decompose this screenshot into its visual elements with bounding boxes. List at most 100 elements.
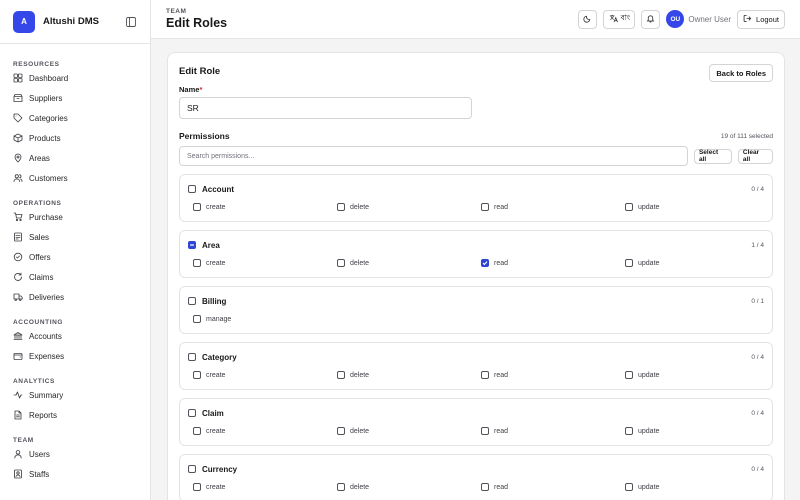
group-count: 0 / 1 (751, 297, 764, 305)
permission-currency-read[interactable]: read (476, 483, 620, 491)
permission-label: read (494, 259, 509, 267)
group-count: 0 / 4 (751, 409, 764, 417)
sidebar-item-purchase[interactable]: Purchase (0, 207, 150, 227)
permission-checkbox[interactable] (193, 483, 201, 491)
sidebar-section-title: OPERATIONS (13, 200, 62, 207)
permission-checkbox[interactable] (193, 259, 201, 267)
permission-category-delete[interactable]: delete (332, 371, 476, 379)
sidebar-toggle-icon[interactable] (125, 16, 137, 28)
permission-billing-manage[interactable]: manage (188, 315, 334, 323)
sidebar-item-summary[interactable]: Summary (0, 385, 150, 405)
sidebar-item-accounts[interactable]: Accounts (0, 326, 150, 346)
back-to-roles-button[interactable]: Back to Roles (709, 64, 773, 82)
permission-category-create[interactable]: create (188, 371, 332, 379)
permission-label: delete (350, 259, 370, 267)
moon-icon (583, 14, 592, 25)
permission-checkbox[interactable] (193, 427, 201, 435)
permission-currency-update[interactable]: update (620, 483, 764, 491)
permission-account-delete[interactable]: delete (332, 203, 476, 211)
permission-claim-create[interactable]: create (188, 427, 332, 435)
permission-checkbox[interactable] (337, 203, 345, 211)
group-checkbox[interactable] (188, 409, 196, 417)
permission-checkbox[interactable] (481, 203, 489, 211)
permission-account-read[interactable]: read (476, 203, 620, 211)
cart-icon (13, 212, 29, 222)
search-permissions-input[interactable]: Search permissions... (179, 146, 688, 166)
language-button[interactable]: বাং (603, 9, 636, 29)
permission-checkbox[interactable] (625, 427, 633, 435)
permission-checkbox[interactable] (337, 427, 345, 435)
permission-checkbox[interactable] (625, 259, 633, 267)
permission-label: delete (350, 483, 370, 491)
permission-category-read[interactable]: read (476, 371, 620, 379)
logout-button[interactable]: Logout (737, 9, 785, 29)
bell-icon (646, 14, 655, 25)
permission-claim-update[interactable]: update (620, 427, 764, 435)
sidebar-item-offers[interactable]: Offers (0, 247, 150, 267)
clear-all-button[interactable]: Clear all (737, 148, 773, 164)
bank-icon (13, 331, 29, 341)
sidebar-item-deliveries[interactable]: Deliveries (0, 287, 150, 307)
permission-area-read[interactable]: read (476, 259, 620, 267)
permission-checkbox[interactable] (625, 371, 633, 379)
sidebar-item-customers[interactable]: Customers (0, 168, 150, 188)
theme-toggle-button[interactable] (578, 9, 598, 29)
name-field[interactable]: SR (179, 97, 472, 119)
sidebar-item-areas[interactable]: Areas (0, 148, 150, 168)
permission-account-create[interactable]: create (188, 203, 332, 211)
permission-checkbox[interactable] (193, 315, 201, 323)
sidebar-item-claims[interactable]: Claims (0, 267, 150, 287)
permission-checkbox[interactable] (625, 203, 633, 211)
permission-checkbox[interactable] (625, 483, 633, 491)
permission-claim-delete[interactable]: delete (332, 427, 476, 435)
permission-account-update[interactable]: update (620, 203, 764, 211)
group-checkbox[interactable] (188, 241, 196, 249)
group-name: Claim (202, 408, 224, 418)
group-checkbox[interactable] (188, 465, 196, 473)
permission-label: delete (350, 427, 370, 435)
wallet-icon (13, 351, 29, 361)
permission-area-update[interactable]: update (620, 259, 764, 267)
notifications-button[interactable] (641, 9, 661, 29)
permission-currency-delete[interactable]: delete (332, 483, 476, 491)
sidebar-item-dashboard[interactable]: Dashboard (0, 68, 150, 88)
group-checkbox[interactable] (188, 297, 196, 305)
permission-checkbox[interactable] (481, 483, 489, 491)
permission-group-account: Account 0 / 4 create delete read update (179, 174, 773, 222)
sidebar-item-expenses[interactable]: Expenses (0, 346, 150, 366)
sidebar-item-products[interactable]: Products (0, 128, 150, 148)
permission-checkbox[interactable] (193, 203, 201, 211)
sidebar-item-categories[interactable]: Categories (0, 108, 150, 128)
sidebar-item-label: Suppliers (29, 93, 63, 103)
permission-group-area: Area 1 / 4 create delete read update (179, 230, 773, 278)
sidebar-item-label: Areas (29, 153, 50, 163)
select-all-button[interactable]: Select all (693, 148, 732, 164)
main-content: Edit Role Back to Roles Name* SR Permiss… (151, 39, 800, 500)
permission-checkbox[interactable] (481, 371, 489, 379)
sidebar-item-users[interactable]: Users (0, 444, 150, 464)
avatar[interactable]: OU (666, 10, 685, 28)
permission-checkbox[interactable] (481, 259, 489, 267)
permission-label: update (638, 427, 660, 435)
permission-checkbox[interactable] (481, 427, 489, 435)
permission-category-update[interactable]: update (620, 371, 764, 379)
sidebar-item-label: Accounts (29, 331, 62, 341)
map-pin-icon (13, 153, 29, 163)
group-checkbox[interactable] (188, 353, 196, 361)
group-checkbox[interactable] (188, 185, 196, 193)
permission-area-delete[interactable]: delete (332, 259, 476, 267)
truck-icon (13, 292, 29, 302)
sidebar-item-sales[interactable]: Sales (0, 227, 150, 247)
permission-currency-create[interactable]: create (188, 483, 332, 491)
permission-checkbox[interactable] (337, 371, 345, 379)
permission-label: update (638, 203, 660, 211)
sidebar-item-suppliers[interactable]: Suppliers (0, 88, 150, 108)
permission-checkbox[interactable] (337, 483, 345, 491)
sidebar-item-reports[interactable]: Reports (0, 405, 150, 425)
permission-label: read (494, 371, 509, 379)
permission-checkbox[interactable] (337, 259, 345, 267)
permission-claim-read[interactable]: read (476, 427, 620, 435)
permission-area-create[interactable]: create (188, 259, 332, 267)
sidebar-item-staffs[interactable]: Staffs (0, 464, 150, 484)
permission-checkbox[interactable] (193, 371, 201, 379)
